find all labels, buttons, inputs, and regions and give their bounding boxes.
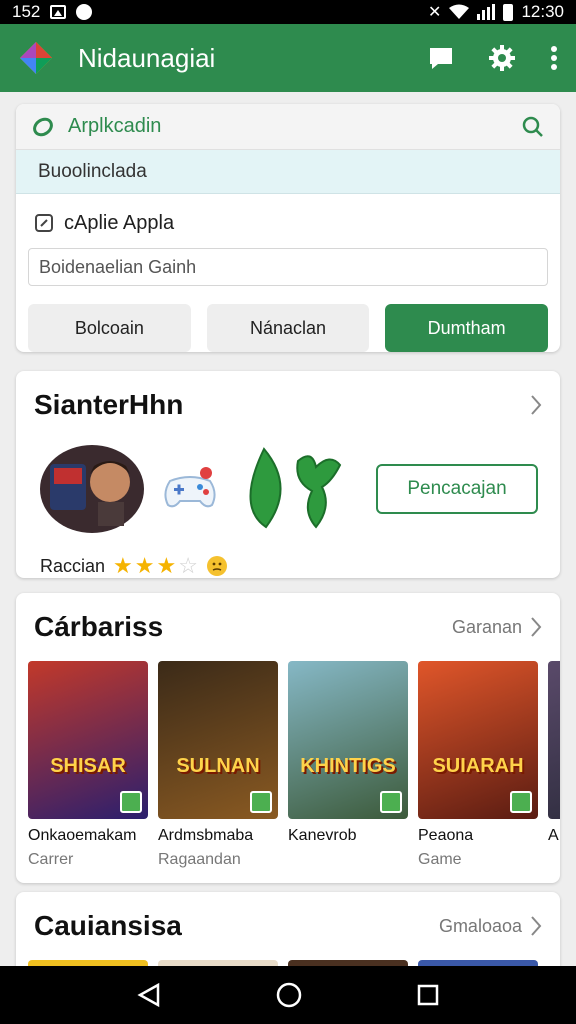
back-icon[interactable] [136, 982, 162, 1008]
categories2-title: Cauiansisa [34, 910, 182, 941]
game-name: A [548, 827, 559, 844]
game-name: Onkaoemakam [28, 827, 137, 844]
filter-button-1[interactable]: Bolcoain [28, 304, 191, 352]
more-options-icon[interactable] [550, 45, 558, 71]
categories-more[interactable]: Garanan [452, 616, 542, 638]
search-card: Arplkcadin Buoolinclada cAplie Appla Boi… [16, 104, 560, 352]
game-subtitle: Game [418, 851, 462, 868]
status-bar: 152 ✕ 12:30 [0, 0, 576, 24]
app-bar: Nidaunagiai [0, 24, 576, 92]
gamepad-icon[interactable] [160, 459, 220, 519]
signal-icon [477, 4, 496, 20]
search-bar[interactable]: Arplkcadin [16, 104, 560, 150]
query-input[interactable]: Boidenaelian Gainh [28, 248, 548, 286]
recents-icon[interactable] [416, 983, 440, 1007]
game-card[interactable]: A [548, 661, 560, 869]
search-label: Arplkcadin [68, 115, 162, 137]
app-logo-icon[interactable] [18, 40, 54, 76]
star-filled-icon: ★ [156, 553, 177, 578]
game-art-title: SULNAN [176, 755, 260, 777]
app-row[interactable]: cAplie Appla [16, 198, 560, 248]
install-badge-icon [380, 791, 402, 813]
game-name: Peaona [418, 827, 474, 844]
game-card[interactable]: SUIARAH Peaona Game [418, 661, 538, 869]
game-thumbnail[interactable]: SHISAR [28, 661, 148, 819]
home-icon[interactable] [275, 981, 303, 1009]
game-thumbnail[interactable] [548, 661, 560, 819]
game-art-title: SUIARAH [432, 755, 524, 777]
profile-avatar-icon[interactable] [40, 444, 144, 534]
rating-label: Raccian [40, 555, 106, 576]
leaf-icon [33, 117, 53, 136]
emoji-icon [206, 556, 227, 576]
status-time-left: 152 [12, 2, 41, 21]
game-subtitle: Carrer [28, 851, 74, 868]
game-thumbnail[interactable]: KHINTIGS [288, 661, 408, 819]
image-notification-icon [50, 5, 67, 19]
categories-card: Cárbariss Garanan SHISAR Onkaoemakam Carre… [16, 593, 560, 883]
install-badge-icon [250, 791, 272, 813]
game-thumbnail[interactable]: SULNAN [158, 661, 278, 819]
game-art-title: KHINTIGS [300, 755, 396, 777]
message-icon[interactable] [428, 45, 454, 71]
categories2-more-label: Gmaloaoa [438, 915, 522, 936]
app-notification-icon [76, 4, 93, 20]
categories-title: Cárbariss [34, 611, 164, 642]
rating-stars: ★ ★ ★ ☆ [113, 553, 198, 579]
install-badge-icon [510, 791, 532, 813]
app-edit-icon [35, 214, 53, 232]
settings-icon[interactable] [488, 44, 516, 72]
star-empty-icon: ☆ [178, 553, 198, 578]
chevron-right-icon [531, 395, 542, 415]
game-name: Kanevrob [288, 827, 357, 844]
battery-icon [503, 3, 514, 21]
filter-button-2[interactable]: Nánaclan [206, 304, 370, 352]
chevron-right-icon [531, 916, 542, 936]
game-list: SHISAR Onkaoemakam Carrer SULNAN Ardmsbmaba R… [16, 661, 560, 869]
chevron-right-icon [531, 617, 542, 637]
star-filled-icon: ★ [113, 553, 133, 578]
app-title: Nidaunagiai [78, 42, 216, 73]
wifi-icon [449, 4, 470, 19]
game-thumbnail[interactable]: SUIARAH [418, 661, 538, 819]
categories-more-label: Garanan [451, 616, 522, 637]
game-art-title: SHISAR [50, 755, 126, 777]
recommend-more[interactable] [530, 394, 542, 416]
game-card[interactable]: KHINTIGS Kanevrob [288, 661, 408, 869]
leaf-app-icon[interactable] [236, 447, 348, 531]
download-strip[interactable]: Buoolinclada [16, 150, 560, 194]
status-time: 12:30 [521, 2, 564, 21]
app-label: cAplie Appla [64, 211, 175, 234]
game-card[interactable]: SULNAN Ardmsbmaba Ragaandan [158, 661, 278, 869]
recommend-action-button[interactable]: Pencacajan [376, 464, 538, 514]
game-card[interactable]: SHISAR Onkaoemakam Carrer [28, 661, 148, 869]
recommend-card: SianterHhn Pencacajan Raccian ★ ★ ★ ☆ [16, 371, 560, 578]
search-icon[interactable] [522, 116, 544, 138]
star-filled-icon: ★ [134, 553, 155, 578]
categories2-more[interactable]: Gmaloaoa [439, 915, 542, 937]
filter-button-3[interactable]: Dumtham [385, 304, 549, 352]
recommend-title: SianterHhn [34, 389, 184, 420]
game-subtitle: Ragaandan [158, 851, 241, 868]
mute-icon: ✕ [428, 4, 442, 21]
navigation-bar [0, 966, 576, 1024]
game-name: Ardmsbmaba [158, 827, 254, 844]
install-badge-icon [120, 791, 142, 813]
